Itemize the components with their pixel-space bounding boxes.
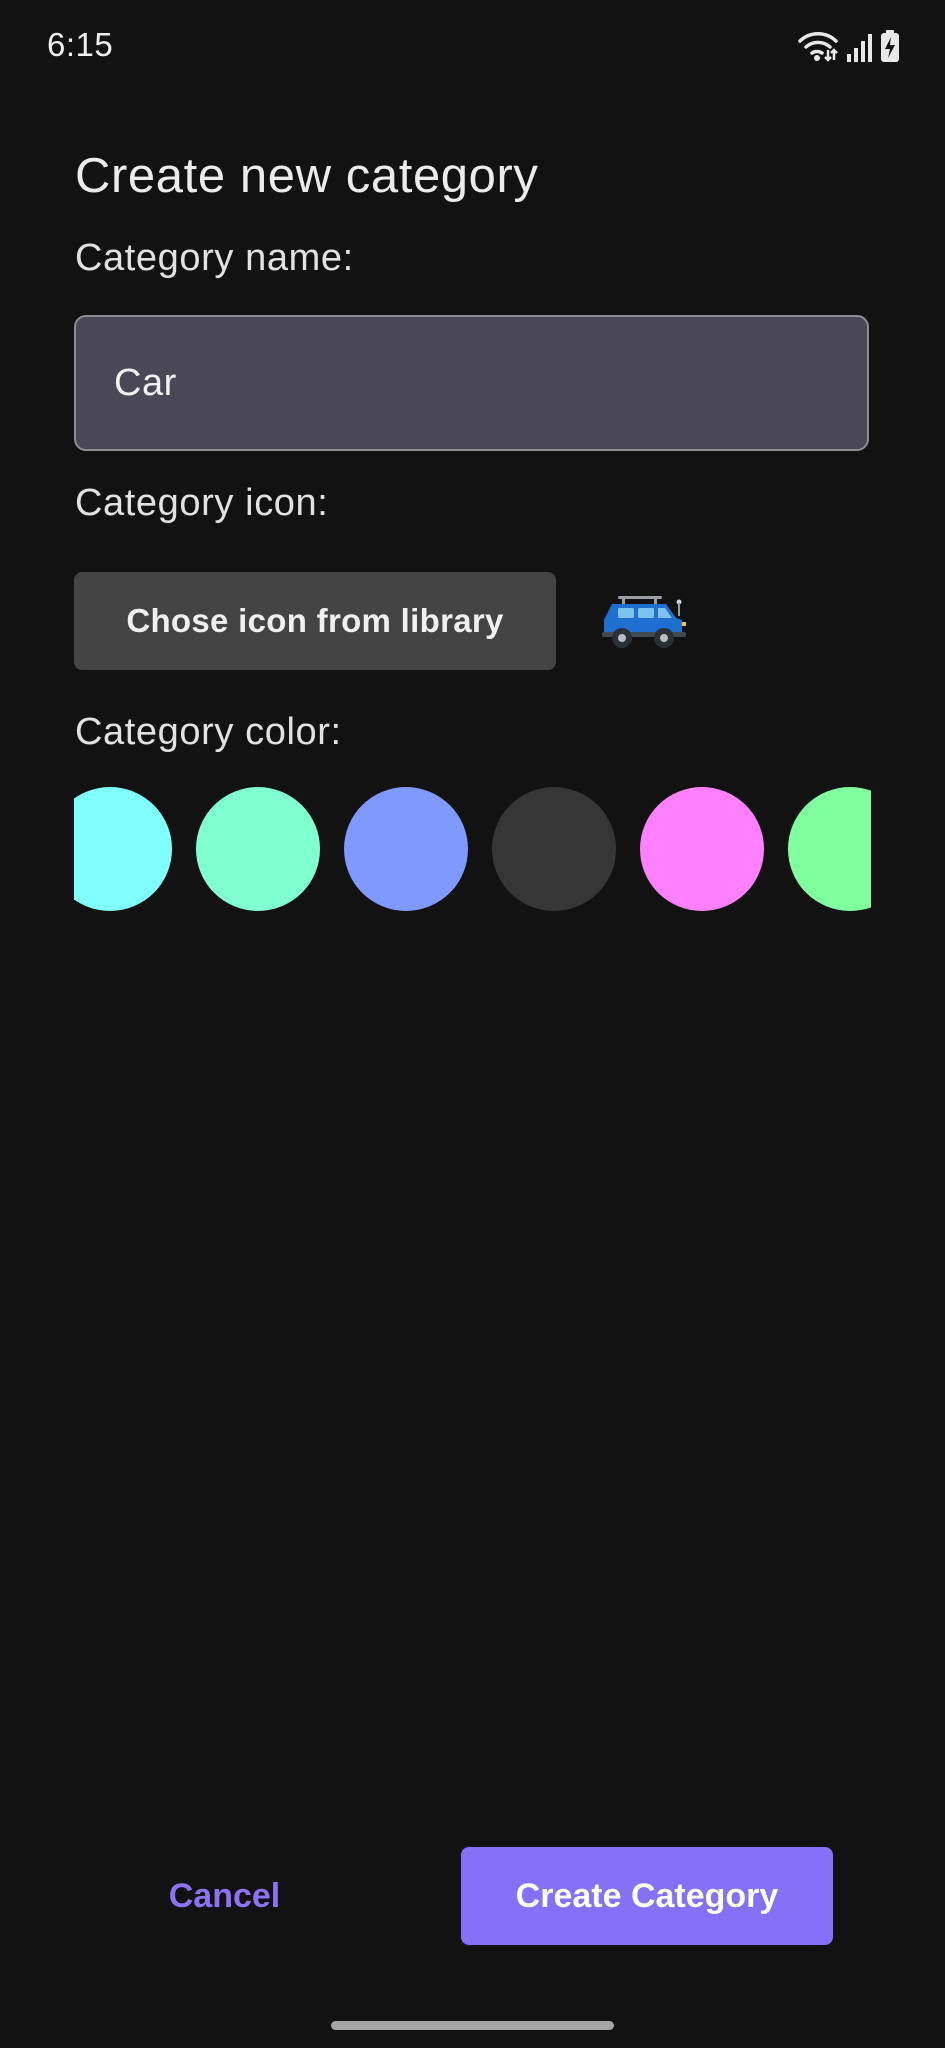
status-icons xyxy=(798,28,900,62)
status-bar: 6:15 xyxy=(0,0,945,92)
page-title: Create new category xyxy=(75,149,539,203)
cancel-button[interactable]: Cancel xyxy=(142,1847,307,1945)
car-icon xyxy=(598,594,690,650)
category-name-input[interactable] xyxy=(74,315,869,451)
category-icon-label: Category icon: xyxy=(75,482,329,524)
color-swatch[interactable] xyxy=(196,787,320,911)
home-indicator[interactable] xyxy=(331,2021,614,2030)
wifi-icon xyxy=(798,30,838,62)
color-swatch[interactable] xyxy=(344,787,468,911)
color-swatch[interactable] xyxy=(492,787,616,911)
status-time: 6:15 xyxy=(47,26,114,63)
choose-icon-button[interactable]: Chose icon from library xyxy=(74,572,556,670)
color-swatch[interactable] xyxy=(640,787,764,911)
color-swatch[interactable] xyxy=(788,787,871,911)
category-color-label: Category color: xyxy=(75,711,342,753)
color-picker[interactable] xyxy=(74,787,871,911)
create-category-button[interactable]: Create Category xyxy=(461,1847,833,1945)
category-name-label: Category name: xyxy=(75,237,354,279)
signal-icon xyxy=(846,34,872,62)
battery-charging-icon xyxy=(880,30,900,62)
color-swatch[interactable] xyxy=(74,787,172,911)
